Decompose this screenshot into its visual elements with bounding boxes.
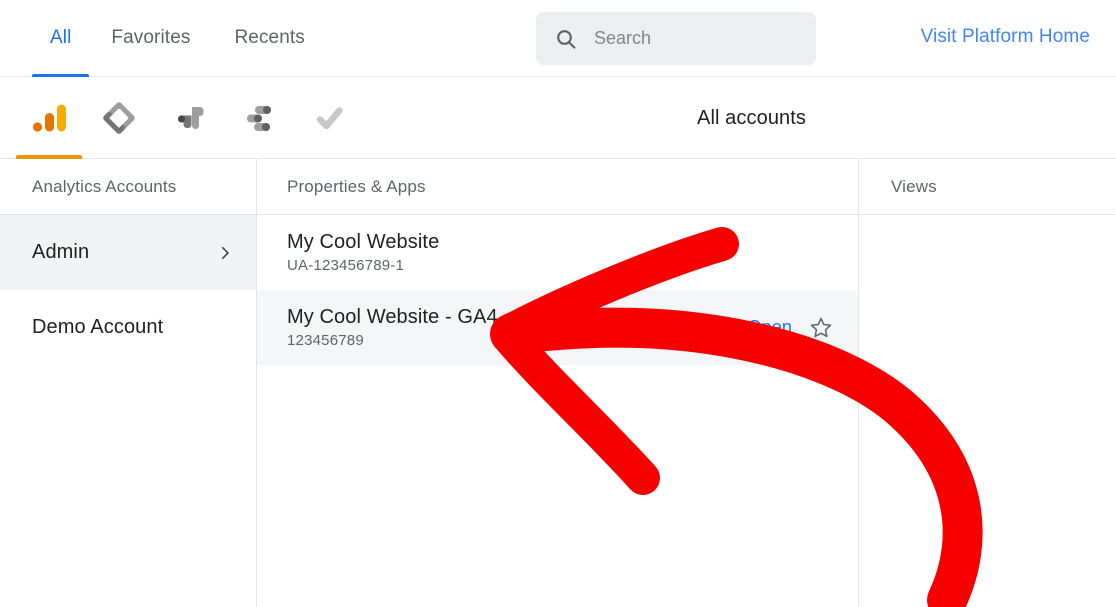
tab-all[interactable]: All	[32, 0, 90, 77]
product-google-data-studio[interactable]	[224, 77, 294, 159]
property-row-my-cool-website[interactable]: My Cool Website UA-123456789-1	[257, 215, 858, 290]
property-text-block: My Cool Website UA-123456789-1	[287, 229, 439, 277]
property-name: My Cool Website	[287, 230, 440, 253]
search-input[interactable]	[594, 28, 798, 49]
product-google-surveys[interactable]	[294, 77, 364, 159]
all-accounts-title: All accounts	[697, 106, 807, 129]
google-tag-manager-icon	[103, 101, 135, 134]
property-name: My Cool Website - GA4	[287, 305, 498, 328]
search-icon	[557, 29, 576, 49]
property-text-block: My Cool Website - GA4 123456789	[287, 304, 498, 352]
visit-platform-home-link[interactable]: Visit Platform Home	[921, 26, 1090, 48]
account-row-label: Demo Account	[32, 316, 164, 338]
top-navigation-bar: All Favorites Recents Visit Platform Hom…	[0, 0, 1116, 77]
product-icon-list	[0, 77, 364, 159]
product-switcher-bar: All accounts	[0, 77, 1116, 159]
tab-list: All Favorites Recents	[0, 0, 327, 77]
tab-recents-label: Recents	[234, 27, 305, 48]
open-property-link[interactable]: Open	[748, 317, 792, 338]
analytics-account-picker-screen: All Favorites Recents Visit Platform Hom…	[0, 0, 1116, 607]
chevron-right-icon	[221, 246, 229, 259]
tab-favorites[interactable]: Favorites	[89, 0, 212, 77]
star-outline-icon[interactable]	[808, 315, 834, 341]
property-id: 123456789	[287, 331, 364, 349]
account-row-label: Admin	[32, 241, 90, 263]
tab-favorites-label: Favorites	[111, 27, 191, 48]
account-row-admin[interactable]: Admin	[0, 215, 256, 290]
account-row-demo-account[interactable]: Demo Account	[0, 290, 256, 365]
column-header-analytics-accounts: Analytics Accounts	[0, 159, 256, 215]
product-google-analytics[interactable]	[14, 77, 84, 159]
product-google-optimize[interactable]	[154, 77, 224, 159]
property-id: UA-123456789-1	[287, 256, 405, 274]
column-analytics-accounts: Analytics Accounts Admin Demo Account	[0, 159, 257, 607]
column-header-properties-and-apps: Properties & Apps	[257, 159, 858, 215]
column-properties-and-apps: Properties & Apps My Cool Website UA-123…	[257, 159, 859, 607]
tab-all-label: All	[50, 27, 72, 48]
product-google-tag-manager[interactable]	[84, 77, 154, 159]
google-analytics-icon	[32, 104, 66, 132]
column-views: Views	[859, 159, 1115, 607]
search-box[interactable]	[536, 12, 816, 65]
property-row-my-cool-website-ga4[interactable]: My Cool Website - GA4 123456789 Open	[257, 290, 858, 365]
google-data-studio-icon	[247, 105, 271, 131]
tab-recents[interactable]: Recents	[212, 0, 326, 77]
account-columns: Analytics Accounts Admin Demo Account Pr…	[0, 159, 1116, 607]
property-row-actions: Open	[748, 315, 834, 341]
google-surveys-checkmark-icon	[316, 106, 343, 129]
column-header-views: Views	[859, 159, 1115, 215]
google-optimize-icon	[177, 106, 204, 129]
